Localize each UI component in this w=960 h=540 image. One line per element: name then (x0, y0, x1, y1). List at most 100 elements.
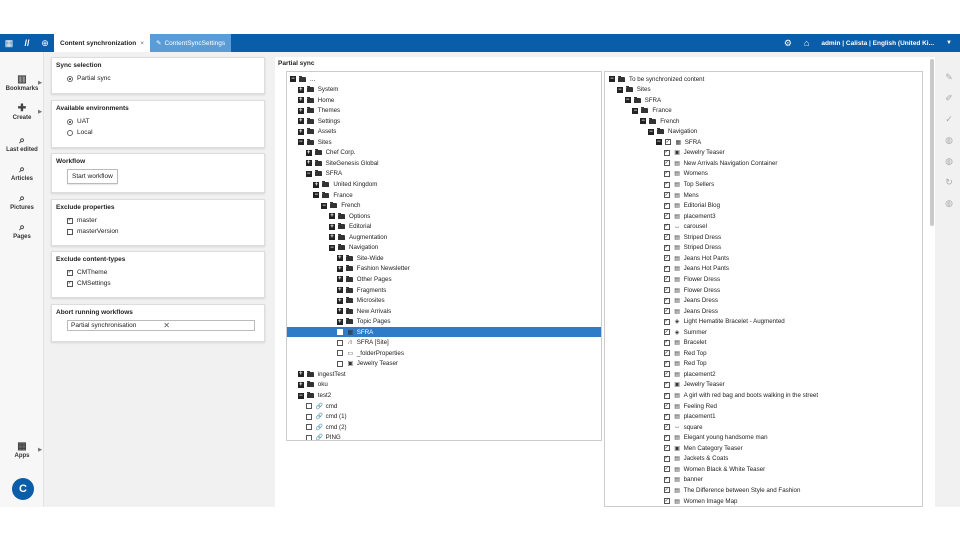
collapse-icon[interactable]: − (632, 107, 639, 114)
collapse-icon[interactable]: − (616, 86, 623, 93)
tree-node[interactable]: − Sites (297, 137, 332, 147)
expand-icon[interactable]: + (329, 213, 335, 220)
collapse-icon[interactable]: − (290, 76, 296, 82)
tree-node[interactable]: − France (313, 190, 353, 200)
radio-button[interactable] (67, 129, 73, 136)
tree-node[interactable]: + System (297, 85, 338, 95)
tree-node[interactable]: + oku (297, 380, 328, 390)
tree-node[interactable]: + Chef Corp. (305, 148, 356, 158)
abort-workflow-select[interactable]: Partial synchronisation ✕ (67, 320, 255, 331)
checkbox[interactable] (305, 434, 312, 440)
expand-icon[interactable]: + (329, 223, 335, 230)
tree-node[interactable]: + Site-Wide (336, 253, 384, 263)
tree-node[interactable]: 🔗 cmd (1) (305, 412, 347, 422)
tree-node[interactable]: ✓ ▤ Women Image Map (663, 496, 737, 506)
tree-node[interactable]: + Other Pages (336, 274, 392, 284)
tree-node[interactable]: + Editorial (329, 222, 371, 232)
checkbox[interactable]: ✓ (663, 255, 670, 262)
checkbox[interactable]: ✓ (663, 392, 670, 399)
checkbox[interactable]: ✓ (663, 223, 670, 230)
checkbox[interactable]: ✓ (663, 371, 670, 378)
checkbox[interactable]: ✓ (663, 498, 670, 504)
tree-node[interactable]: ✓ ▤ Jeans Dress (663, 296, 718, 306)
tree-node[interactable]: + Themes (297, 106, 340, 116)
radio-button[interactable] (67, 75, 73, 82)
edit-icon[interactable]: ✎ (942, 72, 956, 86)
expand-icon[interactable]: + (297, 107, 304, 114)
tree-node[interactable]: − ✓ ▦ SFRA (655, 137, 701, 147)
expand-icon[interactable]: + (336, 287, 343, 293)
checkbox[interactable]: ✓ (663, 424, 670, 431)
tree-node[interactable]: ✓ ▤ Feeling Red (663, 401, 717, 411)
tree-node[interactable]: + Topic Pages (336, 317, 391, 327)
tree-node[interactable]: ✓ ▤ placement1 (663, 412, 716, 422)
checkbox[interactable] (336, 350, 343, 357)
expand-icon[interactable]: + (297, 128, 304, 135)
tree-node[interactable]: − France (632, 106, 672, 116)
checkbox[interactable]: ✓ (663, 381, 670, 388)
collapse-icon[interactable]: − (329, 244, 335, 251)
checkbox-cmtheme[interactable]: ✓ CMTheme (56, 267, 260, 278)
checkbox[interactable] (336, 360, 343, 367)
tree-node[interactable]: ✓ ◈ Light Hematite Bracelet - Augmented (663, 317, 785, 327)
radio-local[interactable]: Local (56, 127, 260, 138)
start-workflow-button[interactable]: Start workflow (67, 169, 118, 184)
checkbox[interactable]: ✓ (663, 287, 670, 293)
checkbox[interactable]: ✓ (663, 413, 670, 420)
tree-node[interactable]: − To be synchronized content (609, 74, 704, 84)
globe-icon[interactable]: ◍ (942, 135, 956, 149)
checkbox[interactable]: ✓ (663, 149, 670, 156)
notifications-icon[interactable]: ⌂ (804, 38, 809, 48)
radio-button[interactable] (67, 118, 73, 125)
checkbox[interactable]: ✓ (67, 269, 73, 276)
tree-node[interactable]: ✓ ▤ A girl with red bag and boots walking … (663, 391, 818, 401)
checkbox[interactable]: ✓ (663, 339, 670, 346)
collapse-icon[interactable]: − (305, 170, 312, 177)
collapse-icon[interactable]: − (624, 97, 631, 104)
tree-node[interactable]: ✓ ▤ placement2 (663, 369, 716, 379)
tree-node[interactable]: + Home (297, 95, 334, 105)
checkbox[interactable]: ✓ (663, 265, 670, 272)
checkbox[interactable]: ✓ (663, 318, 670, 325)
tree-node[interactable]: − Navigation (329, 243, 378, 253)
checkbox[interactable]: ✓ (67, 280, 73, 287)
tree-node[interactable]: ✓ ▤ Flower Dress (663, 285, 720, 295)
radio-uat[interactable]: UAT (56, 116, 260, 127)
checkbox[interactable]: ✓ (664, 139, 671, 146)
tab-content-sync-settings[interactable]: ✎ ContentSyncSettings (150, 34, 232, 52)
expand-icon[interactable]: + (297, 118, 304, 125)
collapse-icon[interactable]: − (648, 128, 654, 135)
tree-node[interactable]: 🔗 PING (305, 433, 341, 440)
tree-node[interactable]: + SiteGenesis Global (305, 158, 379, 168)
tree-node[interactable]: ✓ ▦ SFRA (287, 327, 601, 338)
nav-apps[interactable]: ▦ Apps ▶ (0, 441, 44, 459)
tree-node[interactable]: ▣ Jewelry Teaser (336, 359, 398, 369)
tree-node[interactable]: + Settings (297, 116, 340, 126)
close-icon[interactable]: × (140, 40, 144, 47)
tree-node[interactable]: 🔗 cmd (2) (305, 422, 347, 432)
nav-articles[interactable]: ⌕ Articles (0, 164, 44, 182)
checkbox[interactable]: ✓ (663, 202, 670, 209)
checkbox[interactable]: ✓ (663, 403, 670, 410)
tree-node[interactable]: ✓ ▤ Jeans Hot Pants (663, 264, 729, 274)
expand-icon[interactable]: + (336, 276, 343, 283)
tree-node[interactable]: + Assets (297, 127, 336, 137)
checkbox[interactable]: ✓ (663, 445, 670, 452)
tree-node[interactable]: ✓ ▤ The Difference between Style and Fashi… (663, 485, 800, 495)
tree-node[interactable]: + United Kingdom (313, 180, 377, 190)
tree-node[interactable]: − Navigation (648, 127, 697, 137)
expand-icon[interactable]: + (329, 234, 335, 241)
collapse-icon[interactable]: − (297, 139, 304, 146)
tree-node[interactable]: − SFRA (305, 169, 342, 179)
clear-icon[interactable]: ✕ (163, 321, 170, 330)
expand-icon[interactable]: + (305, 149, 312, 156)
refresh-icon[interactable]: ↻ (942, 177, 956, 191)
tree-node[interactable]: ✓ ▤ Bracelet (663, 338, 706, 348)
tree-node[interactable]: + ingestTest (297, 369, 346, 379)
chevron-down-icon[interactable]: ▼ (946, 40, 952, 46)
tree-node[interactable]: ▭ _folderProperties (336, 348, 404, 358)
tree-node[interactable]: − SFRA (624, 95, 661, 105)
radio-partial-sync[interactable]: Partial sync (56, 73, 260, 84)
tree-node[interactable]: ✓ ▤ Red Top (663, 348, 707, 358)
collapse-icon[interactable]: − (321, 202, 328, 209)
